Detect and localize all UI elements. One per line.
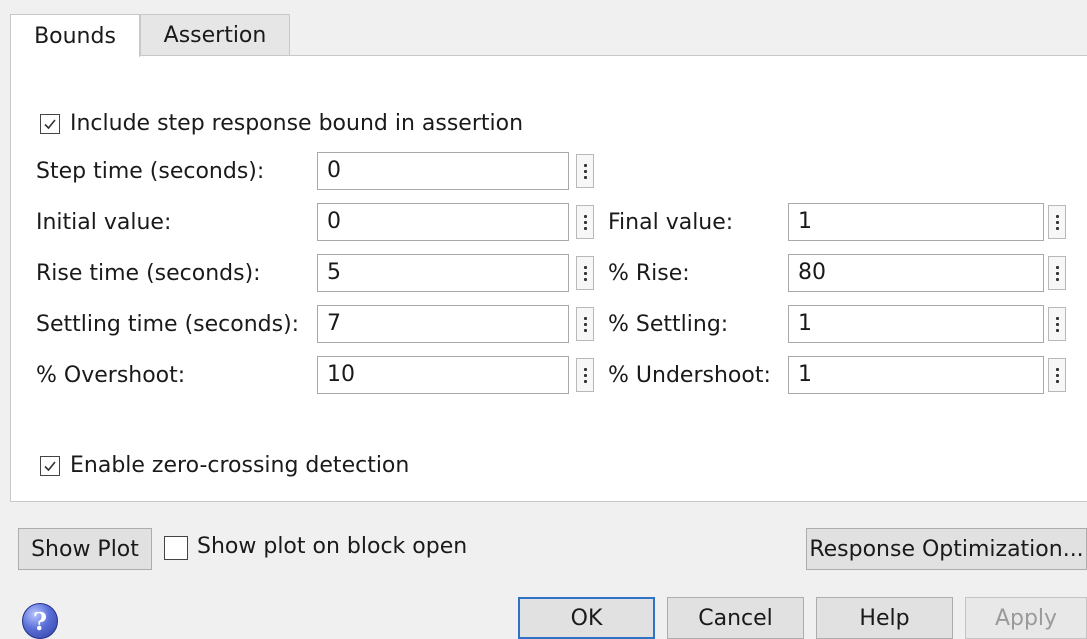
settling-time-label: Settling time (seconds): (36, 312, 300, 337)
initial-value-more-button[interactable] (576, 205, 594, 239)
percent-rise-label: % Rise: (608, 261, 690, 286)
percent-undershoot-field[interactable]: 1 (788, 356, 1044, 394)
rise-time-more-button[interactable] (576, 256, 594, 290)
percent-undershoot-more-button[interactable] (1048, 358, 1066, 392)
percent-rise-more-button[interactable] (1048, 256, 1066, 290)
percent-overshoot-label: % Overshoot: (36, 363, 186, 388)
show-plot-button[interactable]: Show Plot (18, 528, 152, 570)
percent-rise-field[interactable]: 80 (788, 254, 1044, 292)
percent-settling-label: % Settling: (608, 312, 729, 337)
rise-time-label: Rise time (seconds): (36, 261, 261, 286)
zero-crossing-label: Enable zero-crossing detection (70, 453, 410, 478)
percent-settling-more-button[interactable] (1048, 307, 1066, 341)
tab-assertion[interactable]: Assertion (140, 14, 290, 56)
show-plot-on-open-label: Show plot on block open (197, 534, 468, 559)
rise-time-field[interactable]: 5 (317, 254, 569, 292)
question-mark-icon[interactable]: ? (22, 603, 58, 639)
include-bound-checkbox[interactable] (40, 114, 60, 134)
response-optimization-button[interactable]: Response Optimization... (806, 528, 1087, 570)
step-time-label: Step time (seconds): (36, 159, 265, 184)
percent-settling-field[interactable]: 1 (788, 305, 1044, 343)
percent-overshoot-field[interactable]: 10 (317, 356, 569, 394)
zero-crossing-checkbox[interactable] (40, 456, 60, 476)
ok-button[interactable]: OK (518, 597, 655, 639)
initial-value-field[interactable]: 0 (317, 203, 569, 241)
checkmark-icon (44, 119, 56, 130)
final-value-label: Final value: (608, 210, 734, 235)
checkmark-icon (44, 461, 56, 472)
help-button[interactable]: Help (816, 597, 953, 639)
final-value-more-button[interactable] (1048, 205, 1066, 239)
initial-value-label: Initial value: (36, 210, 172, 235)
percent-overshoot-more-button[interactable] (576, 358, 594, 392)
cancel-button[interactable]: Cancel (667, 597, 804, 639)
step-time-field[interactable]: 0 (317, 152, 569, 190)
settling-time-field[interactable]: 7 (317, 305, 569, 343)
include-bound-label: Include step response bound in assertion (70, 111, 524, 136)
step-time-more-button[interactable] (576, 154, 594, 188)
apply-button[interactable]: Apply (965, 597, 1087, 639)
final-value-field[interactable]: 1 (788, 203, 1044, 241)
tab-bounds[interactable]: Bounds (10, 14, 140, 57)
show-plot-on-open-checkbox[interactable] (164, 536, 188, 560)
settling-time-more-button[interactable] (576, 307, 594, 341)
percent-undershoot-label: % Undershoot: (608, 363, 771, 388)
